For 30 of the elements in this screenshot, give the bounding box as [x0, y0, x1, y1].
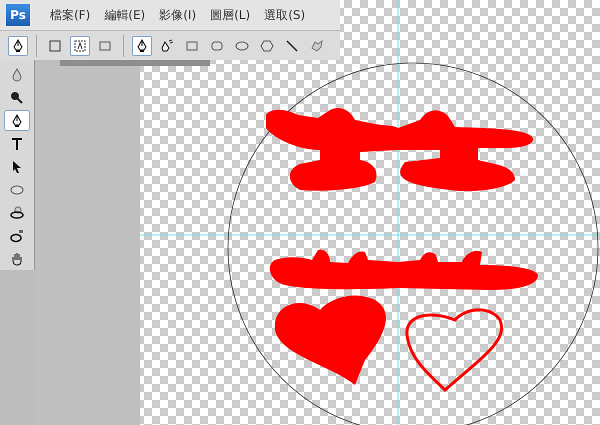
sphere-orbit-icon	[10, 206, 24, 220]
menu-item[interactable]: 編輯(E)	[104, 6, 146, 24]
blob-shape-icon	[310, 38, 324, 52]
hand-icon	[10, 252, 24, 266]
orbit-icon	[10, 229, 24, 244]
line-icon	[285, 38, 299, 52]
pen-icon	[10, 114, 24, 128]
mode-button[interactable]	[70, 36, 90, 56]
shape-tool-button[interactable]	[132, 36, 152, 56]
ellipse-icon	[235, 38, 249, 52]
type-tool-icon	[10, 136, 24, 151]
menu-item[interactable]: 影像(I)	[159, 6, 196, 24]
pen-icon	[160, 38, 174, 52]
burn-tool-icon	[10, 90, 24, 105]
ellipse-icon	[10, 183, 24, 198]
tool-button[interactable]	[4, 110, 30, 132]
tool-preset-button[interactable]	[8, 36, 28, 56]
app-logo: Ps	[6, 4, 30, 26]
path-anchors-icon	[73, 38, 87, 52]
hexagon-icon	[260, 38, 274, 52]
menu-item[interactable]: 圖層(L)	[210, 6, 250, 24]
drop-icon	[10, 68, 24, 82]
square-anchors-icon	[48, 38, 62, 52]
rectangle-icon	[185, 38, 199, 52]
rectangle-icon	[98, 38, 112, 52]
rounded-rectangle-icon	[210, 38, 224, 52]
pen-icon	[11, 38, 25, 52]
pen-icon	[135, 38, 149, 52]
menu-item[interactable]: 檔案(F)	[50, 6, 90, 24]
menu-item[interactable]: 選取(S)	[264, 6, 306, 24]
